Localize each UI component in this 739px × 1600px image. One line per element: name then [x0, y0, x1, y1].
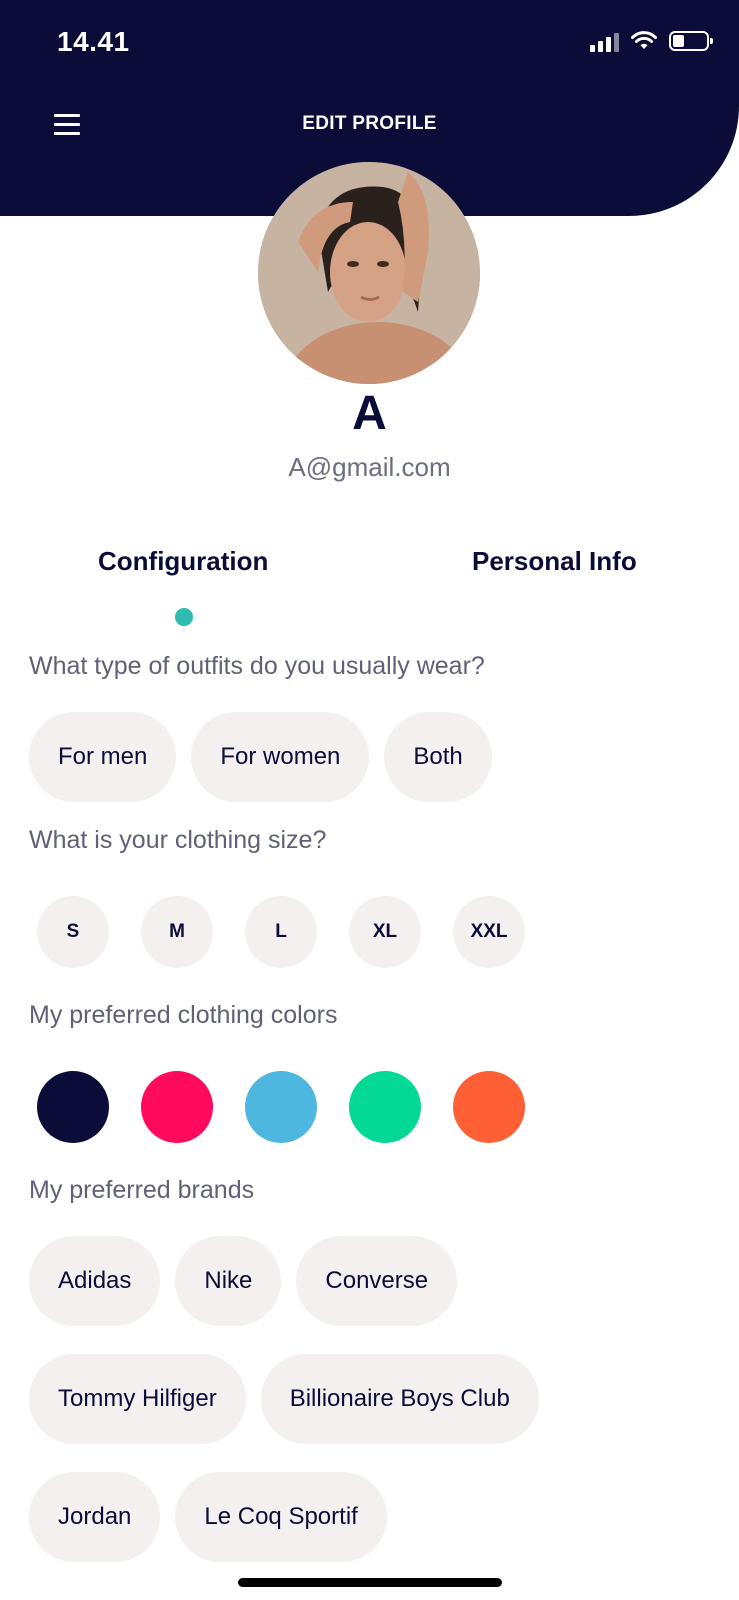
- brand-chip-nike[interactable]: Nike: [175, 1236, 282, 1326]
- avatar[interactable]: [258, 162, 480, 384]
- size-option-xxl[interactable]: XXL: [453, 896, 525, 968]
- wifi-icon: [631, 31, 657, 49]
- battery-icon: [669, 31, 713, 51]
- brand-chip-tommy-hilfiger[interactable]: Tommy Hilfiger: [29, 1354, 246, 1444]
- outfit-option-men[interactable]: For men: [29, 712, 177, 802]
- brand-row: Adidas Nike Converse: [29, 1236, 458, 1326]
- profile-name: A: [352, 387, 387, 440]
- brand-chip-billionaire-boys-club[interactable]: Billionaire Boys Club: [260, 1354, 539, 1444]
- brand-row: Tommy Hilfiger Billionaire Boys Club: [29, 1354, 539, 1444]
- brand-row: Jordan Le Coq Sportif: [29, 1472, 387, 1562]
- active-tab-indicator: [175, 608, 193, 626]
- size-option-m[interactable]: M: [141, 896, 213, 968]
- signal-icon: [590, 30, 619, 52]
- colors-question: My preferred clothing colors: [29, 1001, 338, 1029]
- brand-chip-jordan[interactable]: Jordan: [29, 1472, 161, 1562]
- color-swatch-orange[interactable]: [453, 1071, 525, 1143]
- brand-chip-le-coq-sportif[interactable]: Le Coq Sportif: [175, 1472, 387, 1562]
- color-swatch-navy[interactable]: [37, 1071, 109, 1143]
- color-swatch-blue[interactable]: [245, 1071, 317, 1143]
- color-swatch-green[interactable]: [349, 1071, 421, 1143]
- status-icons: [590, 30, 713, 52]
- outfit-option-both[interactable]: Both: [384, 712, 492, 802]
- brand-chip-converse[interactable]: Converse: [296, 1236, 458, 1326]
- size-option-xl[interactable]: XL: [349, 896, 421, 968]
- avatar-photo: [258, 162, 480, 384]
- color-swatches: [37, 1071, 525, 1143]
- status-time: 14.41: [57, 26, 130, 57]
- page-title: EDIT PROFILE: [302, 113, 437, 134]
- home-indicator: [238, 1578, 502, 1587]
- tab-configuration[interactable]: Configuration: [98, 546, 268, 577]
- outfit-question: What type of outfits do you usually wear…: [29, 652, 485, 680]
- tab-personal-info[interactable]: Personal Info: [472, 546, 637, 577]
- size-options: S M L XL XXL: [37, 896, 525, 968]
- color-swatch-pink[interactable]: [141, 1071, 213, 1143]
- outfit-options: For men For women Both: [29, 712, 492, 802]
- brand-chip-adidas[interactable]: Adidas: [29, 1236, 161, 1326]
- outfit-option-women[interactable]: For women: [191, 712, 370, 802]
- size-option-l[interactable]: L: [245, 896, 317, 968]
- size-option-s[interactable]: S: [37, 896, 109, 968]
- profile-email: A@gmail.com: [288, 452, 451, 482]
- size-question: What is your clothing size?: [29, 826, 327, 854]
- brands-question: My preferred brands: [29, 1176, 255, 1204]
